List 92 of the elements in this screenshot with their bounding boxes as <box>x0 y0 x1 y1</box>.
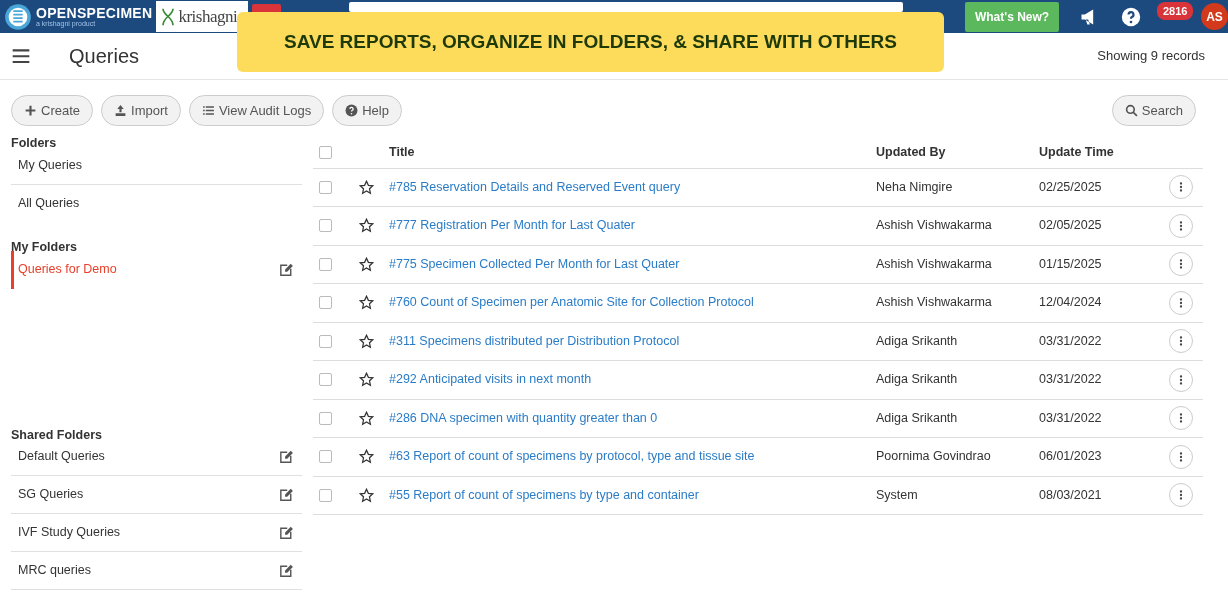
more-button[interactable] <box>1169 290 1193 315</box>
demo-badge <box>252 4 282 12</box>
column-header: Updated By <box>870 138 1033 168</box>
toolbar-button[interactable]: View Audit Logs <box>188 95 325 126</box>
query-link[interactable]: #777 Registration Per Month for Last Quater <box>389 218 635 233</box>
toolbar-button[interactable]: Create <box>11 95 94 126</box>
row-checkbox[interactable] <box>319 373 332 387</box>
table-cell: 08/03/2021 <box>1033 476 1163 515</box>
query-link[interactable]: #760 Count of Specimen per Anatomic Site for Collection Protocol <box>389 295 754 310</box>
folder-item[interactable]: SG Queries <box>11 476 302 515</box>
row-checkbox[interactable] <box>319 219 332 233</box>
query-link[interactable]: #63 Report of count of specimens by protocol, type and tissue site <box>389 449 755 464</box>
more-button[interactable] <box>1169 175 1193 200</box>
star-icon[interactable] <box>359 487 374 503</box>
list-icon <box>201 104 215 117</box>
edit-icon[interactable] <box>278 524 295 542</box>
more-button[interactable] <box>1169 213 1193 238</box>
query-link[interactable]: #292 Anticipated visits in next month <box>389 372 592 387</box>
toolbar-button[interactable]: Import <box>101 95 181 126</box>
row-checkbox[interactable] <box>319 296 332 310</box>
row-checkbox[interactable] <box>319 411 332 425</box>
query-link[interactable]: #311 Specimens distributed per Distribution Protocol <box>389 333 680 348</box>
table-cell: Adiga Srikanth <box>870 360 1033 399</box>
row-checkbox[interactable] <box>319 257 332 271</box>
toolbar-button[interactable]: Help <box>332 95 402 126</box>
whats-new-button[interactable]: What's New? <box>965 1 1059 32</box>
help-icon[interactable] <box>1121 6 1141 27</box>
query-link[interactable]: #286 DNA specimen with quantity greater than 0 <box>389 410 658 425</box>
row-checkbox[interactable] <box>319 488 332 502</box>
table-cell: 02/05/2025 <box>1033 206 1163 245</box>
star-icon[interactable] <box>359 295 374 311</box>
table-cell: Poornima Govindrao <box>870 437 1033 476</box>
menu-icon[interactable] <box>11 46 31 66</box>
column-header: Title <box>383 138 870 168</box>
query-link[interactable]: #775 Specimen Collected Per Month for Last Quater <box>389 256 680 271</box>
plus-icon <box>24 104 37 117</box>
table-cell: 03/31/2022 <box>1033 360 1163 399</box>
search-icon <box>1124 104 1138 117</box>
star-icon[interactable] <box>359 333 374 349</box>
search-button[interactable]: Search <box>1111 95 1196 126</box>
more-button[interactable] <box>1169 483 1193 508</box>
more-button[interactable] <box>1169 367 1193 392</box>
help-icon <box>345 104 359 117</box>
star-icon[interactable] <box>359 372 374 388</box>
star-icon[interactable] <box>359 179 374 195</box>
edit-icon[interactable] <box>278 486 295 504</box>
more-button[interactable] <box>1169 406 1193 431</box>
star-icon[interactable] <box>359 218 374 234</box>
upload-icon <box>114 104 128 117</box>
row-checkbox[interactable] <box>319 334 332 348</box>
edit-icon[interactable] <box>278 448 295 466</box>
edit-icon[interactable] <box>278 261 295 278</box>
row-checkbox[interactable] <box>319 180 332 194</box>
table-cell: Ashish Vishwakarma <box>870 245 1033 284</box>
star-icon[interactable] <box>359 256 374 272</box>
table-cell: Neha Nimgire <box>870 168 1033 207</box>
select-all-checkbox[interactable] <box>319 146 332 160</box>
column-header: Update Time <box>1033 138 1163 168</box>
folder-item[interactable]: My Queries <box>11 146 302 185</box>
table-cell: Adiga Srikanth <box>870 322 1033 361</box>
table-cell: 12/04/2024 <box>1033 283 1163 322</box>
logo-icon <box>4 2 32 31</box>
folder-item[interactable]: MRC queries <box>11 552 302 591</box>
query-link[interactable]: #785 Reservation Details and Reserved Event query <box>389 179 681 194</box>
row-checkbox[interactable] <box>319 450 332 464</box>
user-avatar[interactable]: AS <box>1201 3 1228 30</box>
page-title: Queries <box>69 44 140 69</box>
star-icon[interactable] <box>359 410 374 426</box>
star-icon[interactable] <box>359 449 374 465</box>
more-button[interactable] <box>1169 444 1193 469</box>
table-cell: 03/31/2022 <box>1033 322 1163 361</box>
table-cell: 03/31/2022 <box>1033 399 1163 438</box>
table-cell: Adiga Srikanth <box>870 399 1033 438</box>
edit-icon[interactable] <box>278 562 295 580</box>
table-cell: 01/15/2025 <box>1033 245 1163 284</box>
table-cell: 02/25/2025 <box>1033 168 1163 207</box>
table-cell: Ashish Vishwakarma <box>870 283 1033 322</box>
table-cell: Ashish Vishwakarma <box>870 206 1033 245</box>
folder-item[interactable]: Default Queries <box>11 438 302 477</box>
partner-name: krishagni <box>178 5 238 28</box>
query-link[interactable]: #55 Report of count of specimens by type and container <box>389 487 699 502</box>
more-button[interactable] <box>1169 329 1193 354</box>
table-cell: System <box>870 476 1033 515</box>
brand-name: OPENSPECIMEN <box>36 6 153 20</box>
notification-badge[interactable]: 2816 <box>1157 1 1194 20</box>
promo-banner: SAVE REPORTS, ORGANIZE IN FOLDERS, & SHARE WITH OTHERS <box>237 12 944 72</box>
record-count: Showing 9 records <box>1097 47 1205 66</box>
folder-item[interactable]: All Queries <box>11 184 302 223</box>
table-cell: 06/01/2023 <box>1033 437 1163 476</box>
search-field[interactable] <box>349 2 904 12</box>
more-button[interactable] <box>1169 252 1193 277</box>
folder-item[interactable]: IVF Study Queries <box>11 514 302 553</box>
